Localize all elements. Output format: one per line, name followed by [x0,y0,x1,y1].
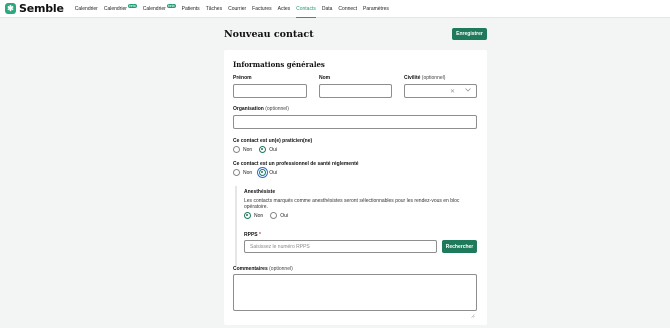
nav-item-label: Tâches [205,5,223,12]
nav-item-connect[interactable]: Connect [335,0,360,18]
nav-item-calendrier[interactable]: Calendrier [72,0,101,18]
professionnel-option-non[interactable]: Non [233,169,252,176]
radio-button-checked[interactable] [244,212,251,219]
anesthesiste-helper-text: Les contacts marqués comme anesthésistes… [244,198,460,210]
radio-label: Non [243,146,253,153]
praticien-radio-group: Non Oui [233,146,284,153]
radio-label: Non [243,169,253,176]
professionnel-radio-group: Non Oui [233,169,284,176]
commentaires-label-text: Commentaires [233,266,268,272]
nav-item-taches[interactable]: Tâches [203,0,225,18]
prenom-label-text: Prénom [233,75,252,81]
organisation-label-text: Organisation [233,106,264,112]
radio-button[interactable] [270,212,278,219]
rechercher-button[interactable]: Rechercher [442,240,477,253]
nav-item-actes[interactable]: Actes [275,0,294,18]
semble-logo-icon: ✱ [5,3,16,14]
logo[interactable]: ✱ Semble [5,2,64,15]
radio-button[interactable] [233,146,240,153]
nav-item-data[interactable]: Data [319,0,336,18]
radio-button[interactable] [233,169,240,176]
nav-item-label: Data [321,5,333,12]
rpps-placeholder: Saisissez le numéro RPPS [250,243,310,250]
praticien-option-non[interactable]: Non [233,146,252,153]
anesthesiste-label: Anesthésiste [244,189,276,195]
beta-badge: beta [127,3,137,8]
optional-tag: (optionnel) [421,75,446,81]
optional-tag: (optionnel) [269,266,293,272]
required-mark: * [259,232,261,238]
anesthesiste-option-non[interactable]: Non [244,212,263,219]
praticien-option-oui[interactable]: Oui [259,146,277,153]
chevron-down-icon[interactable] [465,88,471,94]
clear-icon[interactable]: ✕ [450,88,455,95]
nested-section-indicator [235,186,237,266]
page-title: Nouveau contact [224,29,314,40]
nav-item-label: Calendrier [142,5,166,12]
prenom-input[interactable] [233,84,307,98]
anesthesiste-option-oui[interactable]: Oui [270,212,288,219]
nom-label: Nom [319,75,330,81]
organisation-input[interactable] [233,115,477,129]
nav-item-label: Paramètres [363,5,389,12]
section-title: Informations générales [233,60,325,69]
radio-label: Oui [269,169,277,176]
radio-label: Oui [280,212,288,219]
nav-item-label: Patients [181,5,200,12]
professionnel-question: Ce contact est un professionnel de santé… [233,161,359,167]
civilite-label-text: Civilité [404,75,421,81]
radio-label: Oui [269,146,277,153]
logo-text: Semble [19,2,64,15]
nav-item-factures[interactable]: Factures [249,0,274,18]
radio-button-checked[interactable] [259,146,267,153]
resize-handle-icon[interactable] [471,305,475,318]
professionnel-option-oui[interactable]: Oui [259,169,277,176]
beta-badge: beta [166,3,176,8]
optional-tag: (optionnel) [265,106,289,112]
anesthesiste-radio-group: Non Oui [244,212,295,219]
top-navigation-bar: ✱ Semble Calendrier Calendrier beta Calen… [0,0,670,18]
form-card: Informations générales Prénom Nom Civili… [224,50,487,325]
nav-item-label: Courrier [228,5,247,12]
save-button[interactable]: Enregistrer [452,28,487,40]
nav-item-label: Contacts [296,5,316,12]
nav-item-label: Calendrier [74,5,98,12]
nav-item-calendrier-beta-2[interactable]: Calendrier beta [140,0,179,18]
commentaires-label: Commentaires (optionnel) [233,266,293,272]
prenom-label: Prénom [233,75,252,81]
nav-item-courrier[interactable]: Courrier [225,0,249,18]
nav-item-label: Actes [277,5,291,12]
nav-item-contacts[interactable]: Contacts [293,0,319,18]
nav-item-calendrier-beta-1[interactable]: Calendrier beta [101,0,140,18]
radio-button-checked[interactable] [259,169,267,176]
organisation-label: Organisation (optionnel) [233,106,289,112]
rpps-input[interactable]: Saisissez le numéro RPPS [244,240,437,253]
commentaires-textarea[interactable] [233,274,477,318]
nav-item-parametres[interactable]: Paramètres [360,0,392,18]
nav-item-label: Factures [252,5,272,12]
civilite-label: Civilité (optionnel) [404,75,445,81]
main-nav: Calendrier Calendrier beta Calendrier beta… [72,0,392,18]
civilite-select[interactable]: ✕ [404,84,477,98]
nom-label-text: Nom [319,75,331,81]
rpps-label: RPPS * [244,232,261,238]
nav-item-patients[interactable]: Patients [179,0,203,18]
nav-item-label: Calendrier [103,5,127,12]
praticien-question: Ce contact est un(e) praticien(ne) [233,138,313,144]
rpps-label-text: RPPS [244,232,258,238]
radio-label: Non [254,212,264,219]
nom-input[interactable] [319,84,392,98]
nav-item-label: Connect [338,5,358,12]
